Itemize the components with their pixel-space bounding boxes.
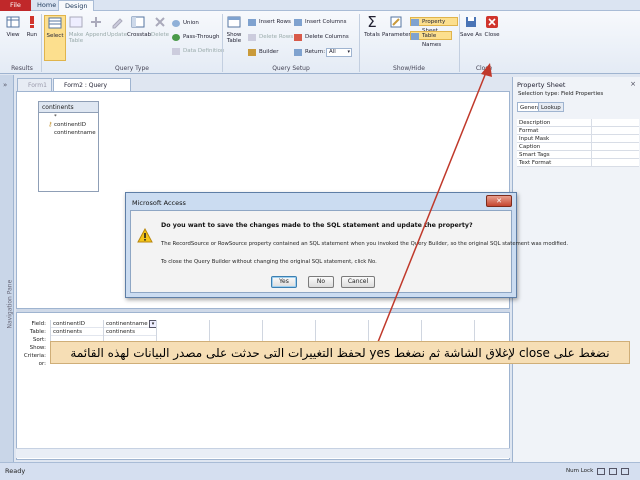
arrow-head [481, 63, 492, 77]
arrow-line [377, 69, 488, 343]
annotation-arrow [377, 63, 492, 343]
instruction-banner: نضغط على close لإغلاق الشاشة ثم نضغط yes… [50, 341, 630, 364]
